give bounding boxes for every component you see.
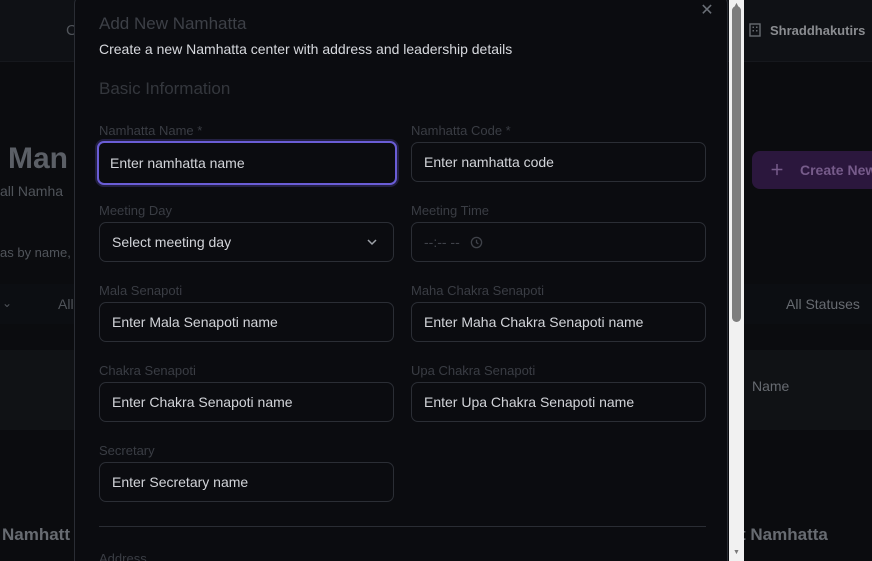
secretary-label: Secretary xyxy=(99,443,155,458)
section-title-basic: Basic Information xyxy=(99,79,231,98)
meeting-time-input[interactable]: --:-- -- xyxy=(411,222,706,262)
meeting-day-select[interactable]: Select meeting day xyxy=(99,222,394,262)
upa-chakra-senapoti-input[interactable]: Enter Upa Chakra Senapoti name xyxy=(411,382,706,422)
chakra-senapoti-placeholder: Enter Chakra Senapoti name xyxy=(112,394,293,410)
upa-chakra-senapoti-label: Upa Chakra Senapoti xyxy=(411,363,536,378)
maha-chakra-senapoti-input[interactable]: Enter Maha Chakra Senapoti name xyxy=(411,302,706,342)
chevron-down-icon: ⌄ xyxy=(2,296,13,310)
table-header-name: Name xyxy=(752,378,790,394)
create-namhatta-button[interactable]: ＋ Create New xyxy=(752,151,872,189)
filter-select[interactable]: All xyxy=(58,296,74,312)
maha-chakra-senapoti-placeholder: Enter Maha Chakra Senapoti name xyxy=(424,314,644,330)
card-title-right: t Namhatta xyxy=(740,525,828,544)
add-namhatta-dialog: ✕ Add New Namhatta Create a new Namhatta… xyxy=(74,0,728,561)
close-icon[interactable]: ✕ xyxy=(699,3,715,19)
namhatta-code-placeholder: Enter namhatta code xyxy=(424,154,554,170)
chakra-senapoti-label: Chakra Senapoti xyxy=(99,363,196,378)
user-name[interactable]: Shraddhakutirs xyxy=(770,23,865,38)
namhatta-name-label: Namhatta Name * xyxy=(99,123,203,138)
clock-icon[interactable] xyxy=(470,236,483,249)
secretary-input[interactable]: Enter Secretary name xyxy=(99,462,394,502)
page-subtitle: all Namha xyxy=(0,183,64,199)
scrollbar-thumb[interactable] xyxy=(732,6,741,322)
section-title-address: Address xyxy=(99,551,147,561)
app-screen: C Shraddhakutirs Man all Namha ＋ Create … xyxy=(0,0,872,561)
mala-senapoti-placeholder: Enter Mala Senapoti name xyxy=(112,314,278,330)
plus-icon: ＋ xyxy=(770,162,784,178)
card-title-left: Namhatt xyxy=(2,525,71,544)
meeting-time-placeholder: --:-- -- xyxy=(424,234,460,250)
meeting-day-label: Meeting Day xyxy=(99,203,172,218)
namhatta-name-placeholder: Enter namhatta name xyxy=(110,155,245,171)
search-input-fragment[interactable]: as by name, xyxy=(0,245,71,260)
chevron-down-icon xyxy=(367,239,377,246)
meeting-day-value: Select meeting day xyxy=(112,234,232,250)
mala-senapoti-label: Mala Senapoti xyxy=(99,283,183,298)
maha-chakra-senapoti-label: Maha Chakra Senapoti xyxy=(411,283,544,298)
namhatta-code-input[interactable]: Enter namhatta code xyxy=(411,142,706,182)
chakra-senapoti-input[interactable]: Enter Chakra Senapoti name xyxy=(99,382,394,422)
page-title: Man xyxy=(8,142,68,175)
status-filter[interactable]: All Statuses xyxy=(786,296,860,312)
dialog-description: Create a new Namhatta center with addres… xyxy=(99,41,513,57)
create-button-label: Create New xyxy=(800,162,872,178)
namhatta-code-label: Namhatta Code * xyxy=(411,123,511,138)
building-icon xyxy=(748,23,762,37)
section-divider xyxy=(99,526,706,527)
secretary-placeholder: Enter Secretary name xyxy=(112,474,249,490)
upa-chakra-senapoti-placeholder: Enter Upa Chakra Senapoti name xyxy=(424,394,635,410)
namhatta-name-input[interactable]: Enter namhatta name xyxy=(97,141,397,185)
scroll-down-arrow-icon[interactable]: ▼ xyxy=(729,548,744,558)
meeting-time-label: Meeting Time xyxy=(411,203,490,218)
dialog-title: Add New Namhatta xyxy=(99,14,247,33)
page-scrollbar[interactable]: ▲ ▼ xyxy=(729,0,744,561)
mala-senapoti-input[interactable]: Enter Mala Senapoti name xyxy=(99,302,394,342)
